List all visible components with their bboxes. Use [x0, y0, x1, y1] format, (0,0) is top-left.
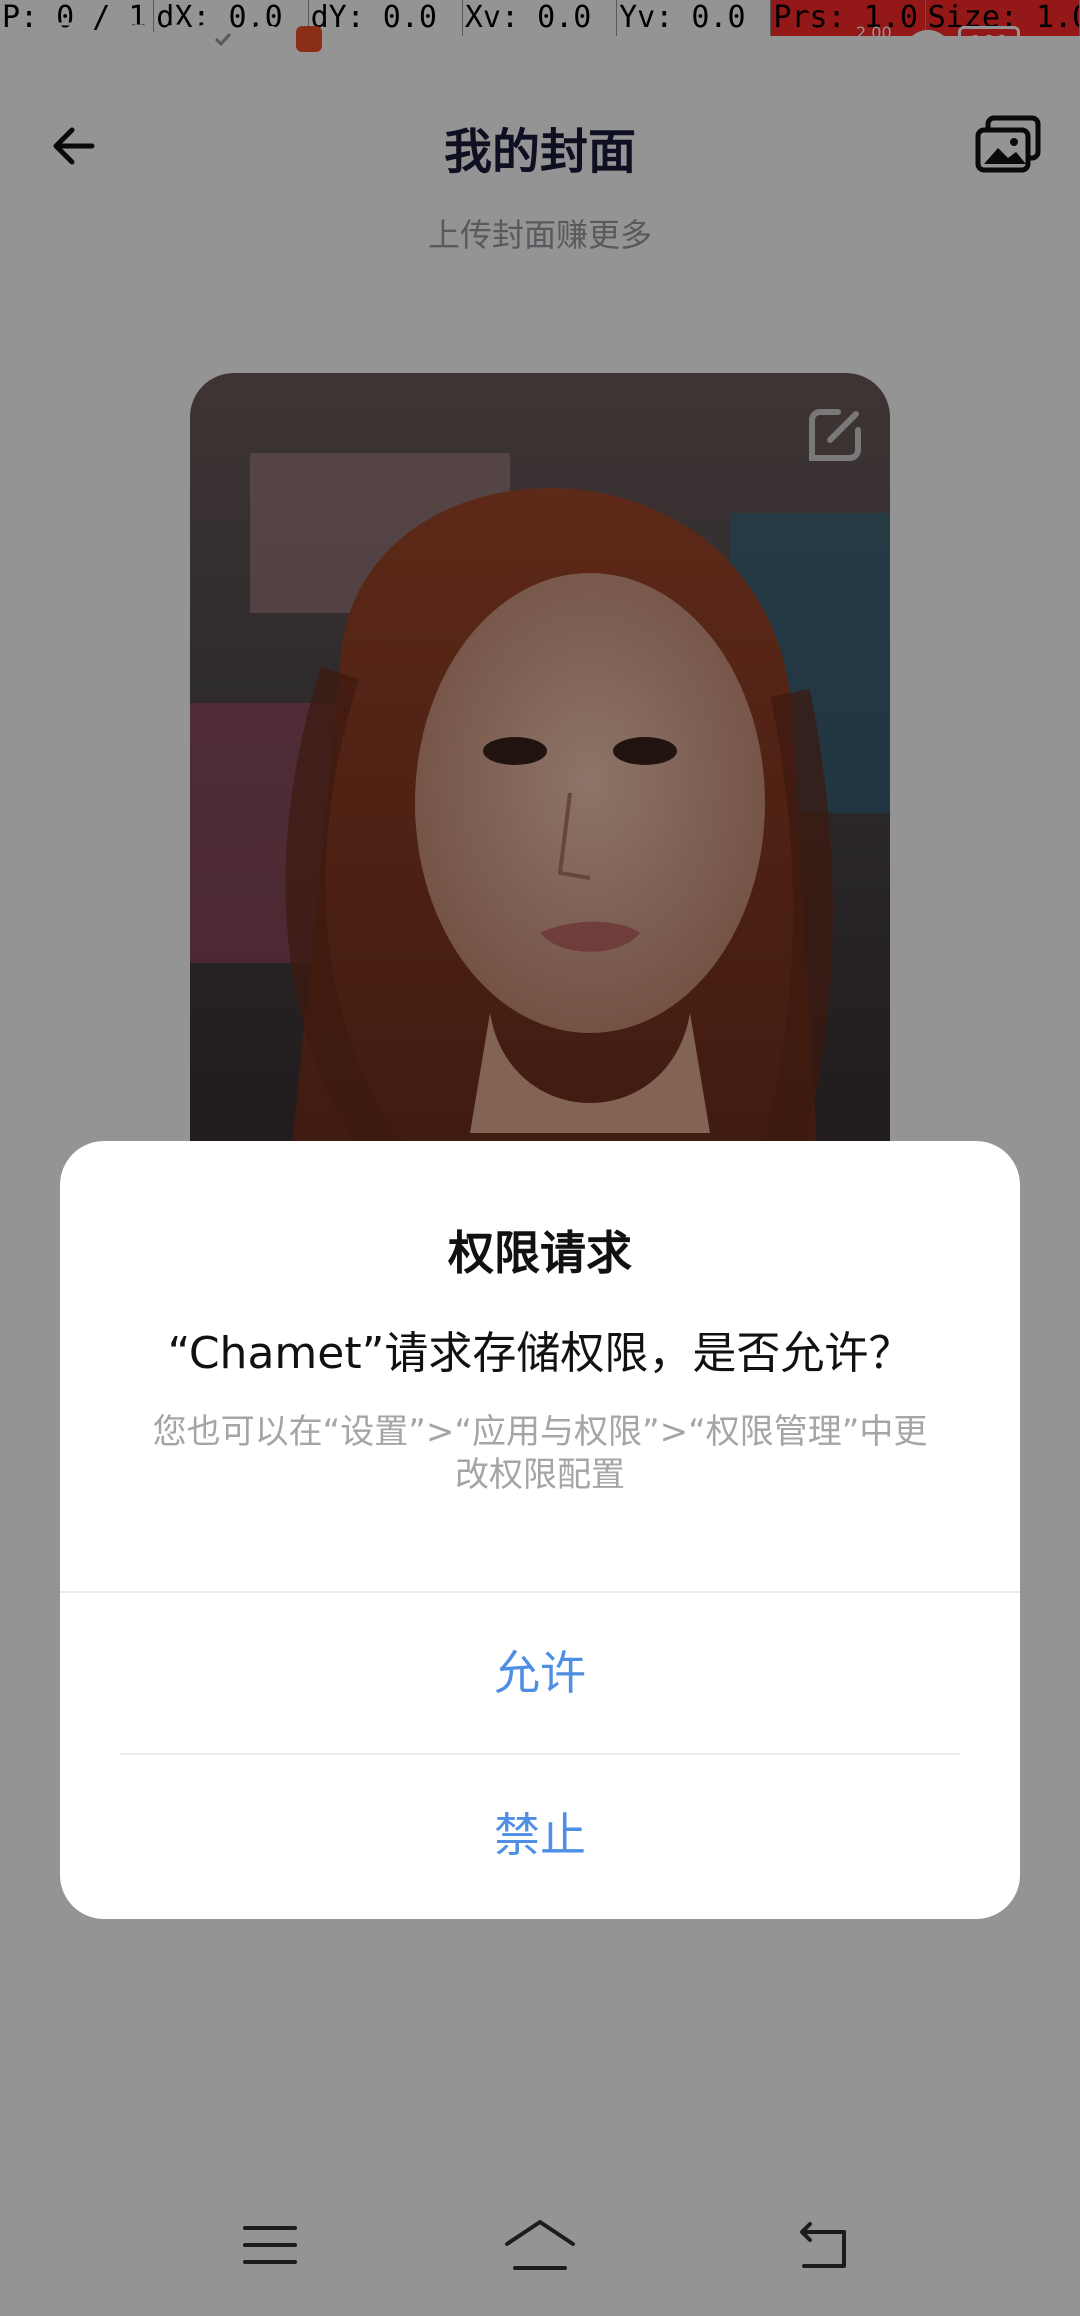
dialog-hint: 您也可以在“设置”>“应用与权限”>“权限管理”中更改权限配置	[152, 1412, 928, 1495]
deny-button[interactable]: 禁止	[60, 1755, 1020, 1915]
dialog-message: “Chamet”请求存储权限，是否允许？	[167, 1328, 913, 1379]
menu-icon[interactable]	[225, 2210, 315, 2280]
allow-button[interactable]: 允许	[60, 1593, 1020, 1753]
dialog-title: 权限请求	[448, 1226, 632, 1280]
permission-dialog: 权限请求 “Chamet”请求存储权限，是否允许？ 您也可以在“设置”>“应用与…	[60, 1141, 1020, 1919]
home-icon[interactable]	[495, 2210, 585, 2280]
nav-back-icon[interactable]	[780, 2210, 870, 2280]
